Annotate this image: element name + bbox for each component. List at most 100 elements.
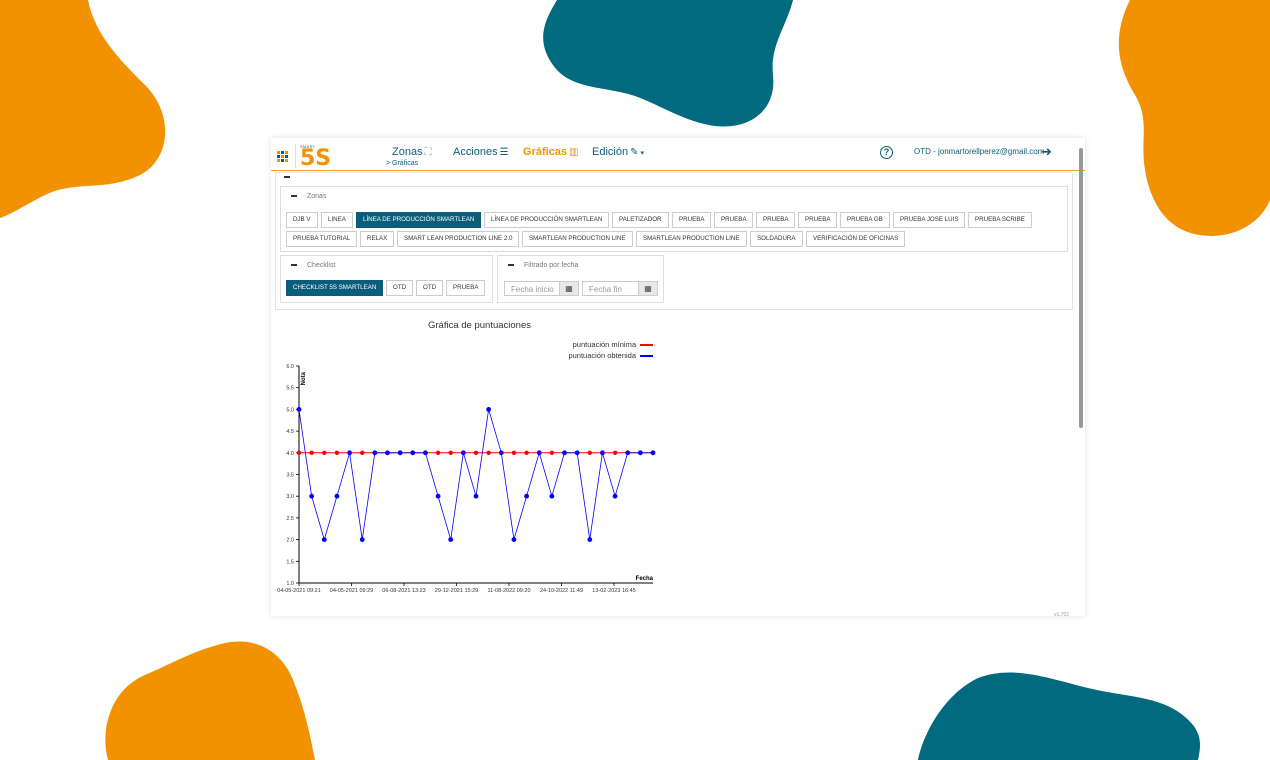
chip-prueba[interactable]: PRUEBA	[798, 212, 838, 228]
breadcrumb: > Gráficas	[386, 160, 419, 167]
chip-prueba[interactable]: PRUEBA	[756, 212, 796, 228]
obtained-point-5	[359, 537, 365, 542]
app-window: SMART 5S Zonas ⛶ Acciones ☰ Gráficas ▥ Edic…	[271, 138, 1085, 616]
help-icon[interactable]: ?	[880, 146, 893, 159]
logo-divider	[295, 144, 296, 168]
logout-icon[interactable]: ➜	[1041, 144, 1052, 160]
start-calendar-icon[interactable]: ▦	[559, 281, 579, 296]
obtained-point-16	[498, 450, 504, 456]
chip-prueba[interactable]: PRUEBA	[714, 212, 754, 228]
x-tick-label-0: 04-05-2021 09:21	[277, 588, 320, 594]
obtained-point-12	[448, 537, 454, 542]
zonas-title[interactable]: Zonas	[291, 193, 326, 200]
x-tick-label-1: 04-05-2021 09:29	[330, 588, 373, 594]
edit-icon: ✎	[630, 147, 639, 158]
list-icon: ☰	[499, 147, 509, 158]
chip-otd[interactable]: OTD	[386, 280, 414, 296]
obtained-point-8	[397, 450, 403, 456]
top-navbar: SMART 5S Zonas ⛶ Acciones ☰ Gráficas ▥ Edic…	[271, 138, 1085, 171]
obtained-point-6	[372, 450, 378, 456]
minimum-point-11	[435, 450, 441, 455]
nav-graficas[interactable]: Gráficas ▥	[523, 146, 578, 158]
chip-relax[interactable]: RELAX	[360, 231, 395, 247]
checklist-panel: Checklist CHECKLIST 5S SMARTLEAN OTD OTD PR…	[280, 255, 493, 303]
apps-grid-icon[interactable]	[277, 151, 289, 163]
chip-prueba-gb[interactable]: PRUEBA GB	[840, 212, 890, 228]
end-calendar-icon[interactable]: ▦	[638, 281, 658, 296]
minimum-point-17	[511, 450, 517, 455]
orange-blob-top-right	[1118, 0, 1270, 236]
y-tick-label-8: 5.0	[286, 407, 294, 413]
chip-línea-de-producción-smartlean[interactable]: LÍNEA DE PRODUCCIÓN SMARTLEAN	[484, 212, 610, 228]
x-tick-label-4: 11-08-2022 09:20	[487, 588, 530, 594]
obtained-point-7	[385, 450, 390, 456]
minimum-point-0	[296, 450, 302, 455]
obtained-line	[298, 409, 653, 542]
chip-prueba-scribe[interactable]: PRUEBA SCRIBE	[968, 212, 1032, 228]
chip-smartlean-production-line[interactable]: SMARTLEAN PRODUCTION LINE	[636, 231, 747, 247]
chip-línea-de-producción-smartlean[interactable]: LÍNEA DE PRODUCCIÓN SMARTLEAN	[356, 212, 482, 228]
obtained-point-25	[612, 493, 618, 499]
chip-verificación-de-oficinas[interactable]: VERIFICACIÓN DE OFICINAS	[806, 231, 906, 247]
chip-smartlean-production-line[interactable]: SMARTLEAN PRODUCTION LINE	[522, 231, 633, 247]
obtained-point-9	[410, 450, 416, 456]
chip-prueba[interactable]: PRUEBA	[446, 280, 486, 296]
y-tick-label-5: 3.5	[286, 473, 294, 479]
y-tick-label-3: 2.5	[286, 516, 294, 522]
obtained-point-17	[511, 537, 517, 542]
chip-smart-lean-production-line-2-0[interactable]: SMART LEAN PRODUCTION LINE 2.0	[397, 231, 520, 247]
obtained-point-23	[587, 537, 593, 542]
start-date-input[interactable]: Fecha inicio	[504, 281, 560, 296]
y-tick-label-7: 4.5	[286, 429, 294, 435]
minimum-point-20	[549, 450, 555, 455]
logo-big-text: 5S	[300, 146, 332, 171]
orange-blob-top-left	[0, 0, 166, 218]
obtained-point-27	[637, 450, 643, 456]
obtained-point-22	[574, 450, 580, 456]
nav-acciones[interactable]: Acciones ☰	[453, 146, 509, 158]
date-filter-title[interactable]: Filtrado por fecha	[508, 262, 578, 269]
bar-chart-icon: ▥	[569, 147, 579, 158]
y-tick-label-2: 2.0	[286, 538, 294, 544]
chip-prueba-tutorial[interactable]: PRUEBA TUTORIAL	[286, 231, 358, 247]
minimum-point-3	[334, 450, 340, 455]
map-icon: ⛶	[424, 147, 432, 158]
legend-minima-swatch	[640, 344, 653, 346]
obtained-point-10	[423, 450, 428, 456]
obtained-point-19	[536, 450, 542, 456]
obtained-point-21	[562, 450, 567, 456]
minimum-point-2	[322, 450, 327, 455]
obtained-point-24	[600, 450, 605, 456]
chip-checklist-5s-smartlean[interactable]: CHECKLIST 5S SMARTLEAN	[286, 280, 384, 296]
y-tick-label-9: 5.5	[286, 386, 294, 392]
obtained-point-0	[296, 407, 302, 412]
teal-blob-bottom-right	[918, 672, 1201, 760]
nav-zonas[interactable]: Zonas ⛶	[392, 146, 432, 158]
end-date-input[interactable]: Fecha fin	[582, 281, 639, 296]
y-axis-label: Nota	[301, 371, 307, 385]
nav-edicion[interactable]: Edición ✎ ▾	[592, 146, 644, 158]
legend-obtenida-swatch	[640, 355, 653, 357]
y-tick-label-6: 4.0	[286, 451, 294, 457]
app-logo[interactable]: SMART 5S	[300, 144, 332, 171]
chip-linea[interactable]: LINEA	[321, 212, 353, 228]
chip-prueba-jose-luis[interactable]: PRUEBA JOSE LUIS	[893, 212, 966, 228]
chip-soldadura[interactable]: SOLDADURA	[750, 231, 803, 247]
obtained-point-1	[309, 493, 315, 499]
chip-otd[interactable]: OTD	[416, 280, 444, 296]
chip-prueba[interactable]: PRUEBA	[672, 212, 712, 228]
checklist-title[interactable]: Checklist	[291, 262, 335, 269]
obtained-point-28	[650, 450, 656, 456]
minimum-point-23	[587, 450, 592, 455]
minimum-point-5	[360, 450, 365, 455]
y-tick-label-0: 1.0	[286, 581, 294, 587]
scrollbar[interactable]	[1079, 148, 1083, 428]
minimum-point-15	[486, 450, 491, 455]
obtained-point-3	[334, 493, 340, 499]
obtained-point-26	[625, 450, 631, 456]
chip-djb-v[interactable]: DJB V	[286, 212, 318, 228]
chart-title: Gráfica de puntuaciones	[428, 320, 531, 331]
obtained-point-4	[347, 450, 352, 456]
chip-paletizador[interactable]: PALETIZADOR	[612, 212, 669, 228]
zonas-panel: Zonas DJB V LINEA LÍNEA DE PRODUCCIÓN SMAR…	[280, 186, 1068, 252]
